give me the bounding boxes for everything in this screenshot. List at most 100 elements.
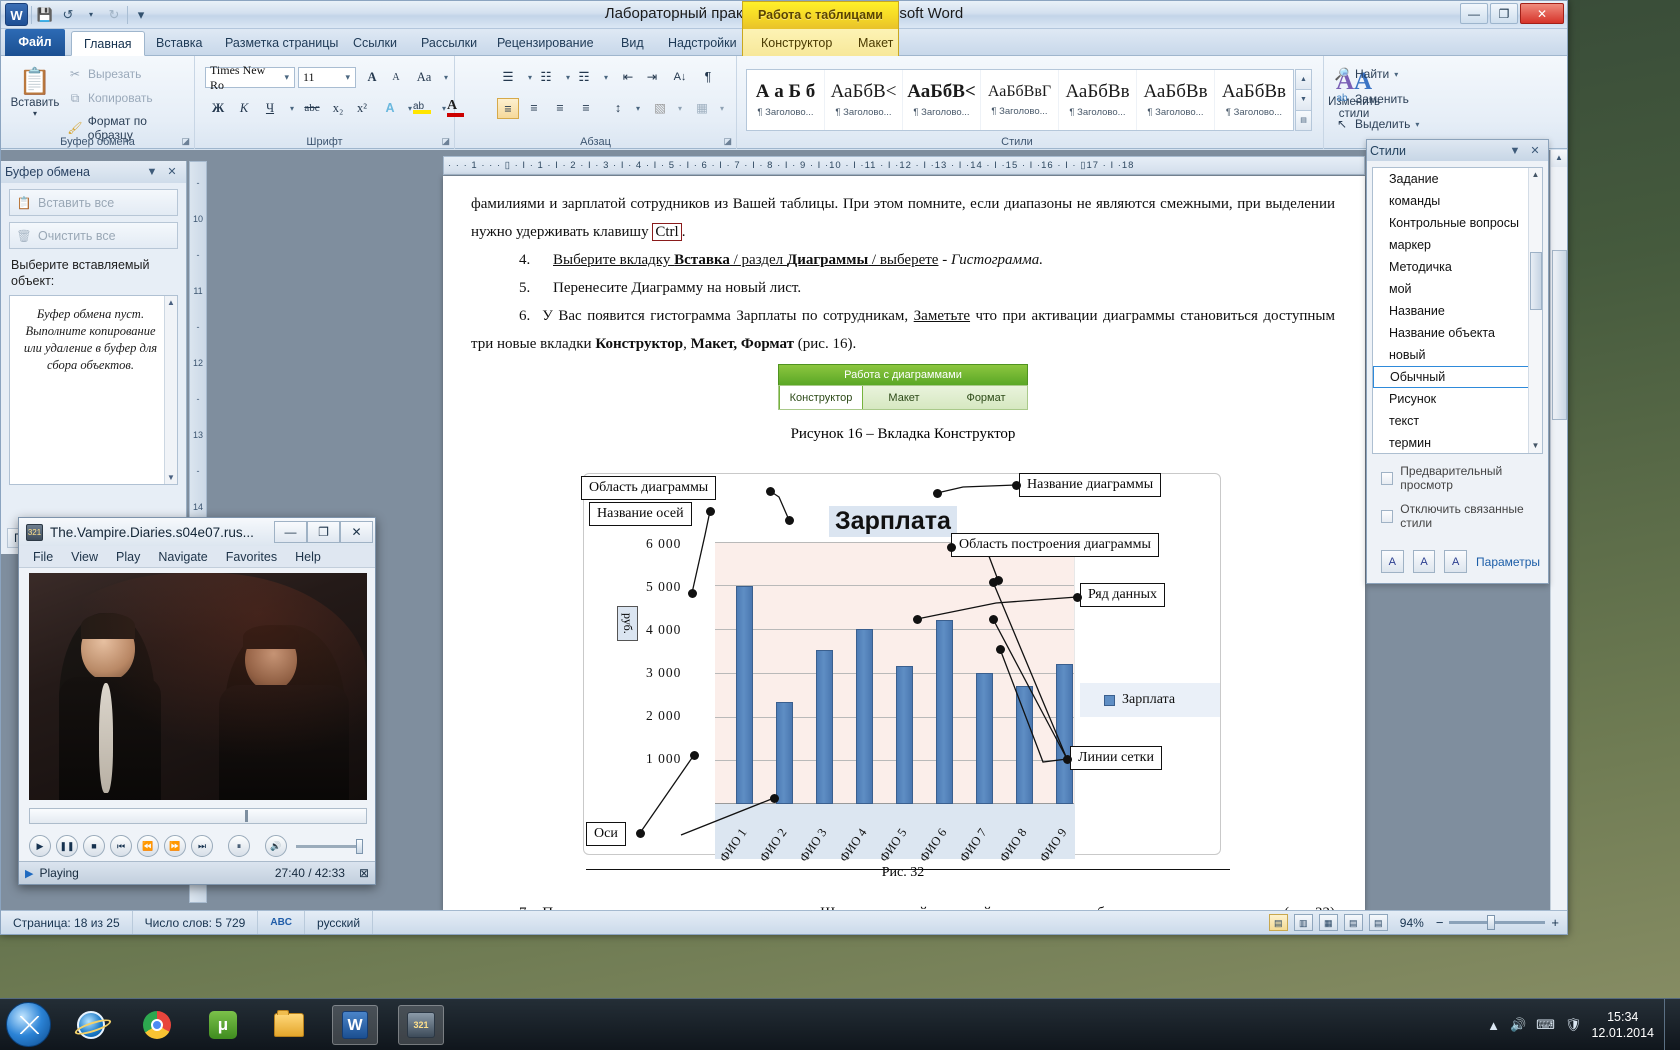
checkbox[interactable] xyxy=(1381,471,1394,485)
bar-data-point[interactable] xyxy=(736,586,753,804)
taskbar-chrome-button[interactable] xyxy=(134,1005,180,1045)
volume-tray-icon[interactable]: 🔊 xyxy=(1510,1017,1526,1033)
preview-checkbox-row[interactable]: Предварительный просмотр xyxy=(1381,464,1548,492)
callout-data-series[interactable]: Ряд данных xyxy=(1080,583,1166,607)
scroll-up-icon[interactable]: ▲ xyxy=(165,296,177,309)
styles-list-scrollbar[interactable]: ▲ ▼ xyxy=(1528,168,1542,453)
style-list-item[interactable]: командыa xyxy=(1373,190,1542,212)
chevron-down-icon[interactable]: ▾ xyxy=(33,109,37,118)
style-list-item[interactable]: новый¶ xyxy=(1373,344,1542,366)
tab-design[interactable]: Конструктор xyxy=(749,31,844,56)
horizontal-ruler[interactable]: · · · 1 · · · ▯ · I · 1 · I · 2 · I · 3 … xyxy=(443,156,1365,175)
start-button[interactable] xyxy=(6,1002,51,1047)
style-preview-item[interactable]: АаБбВ< ¶ Заголово... xyxy=(903,70,981,130)
view-draft-button[interactable]: ▤ xyxy=(1368,914,1388,931)
style-preview-item[interactable]: АаБбВв ¶ Заголово... xyxy=(1137,70,1215,130)
close-icon[interactable]: ✕ xyxy=(162,163,182,181)
chevron-down-icon[interactable]: ▼ xyxy=(142,163,162,181)
tab-mailings[interactable]: Рассылки xyxy=(409,31,489,56)
chart-title[interactable]: Зарплата xyxy=(829,506,957,537)
shading-button[interactable]: ▧ xyxy=(649,98,671,119)
bar-data-point[interactable] xyxy=(776,702,793,804)
player-minimize-button[interactable]: — xyxy=(274,521,307,543)
pause-button[interactable]: ❚❚ xyxy=(56,835,78,857)
chevron-down-icon[interactable]: ▾ xyxy=(711,98,733,119)
scroll-down-icon[interactable]: ▼ xyxy=(165,471,177,484)
taskbar-word-button[interactable]: W xyxy=(332,1005,378,1045)
status-proofing[interactable]: ABC xyxy=(258,911,306,934)
menu-play[interactable]: Play xyxy=(116,550,140,564)
bar-data-point[interactable] xyxy=(856,629,873,804)
menu-navigate[interactable]: Navigate xyxy=(158,550,207,564)
increase-indent-button[interactable]: ⇥ xyxy=(641,67,663,88)
minimize-button[interactable]: — xyxy=(1460,3,1488,24)
style-preview-item[interactable]: А а Б б ¶ Заголово... xyxy=(747,70,825,130)
chevron-down-icon[interactable]: ▾ xyxy=(1415,120,1419,129)
tab-home[interactable]: Главная xyxy=(71,31,145,56)
chevron-down-icon[interactable]: ▾ xyxy=(435,67,457,88)
scroll-up-icon[interactable]: ▲ xyxy=(1551,150,1567,167)
tab-insert[interactable]: Вставка xyxy=(144,31,214,56)
callout-chart-area[interactable]: Область диаграммы xyxy=(581,476,717,500)
multilevel-list-button[interactable]: ☶ xyxy=(573,67,595,88)
styles-options-link[interactable]: Параметры xyxy=(1476,555,1540,569)
menu-view[interactable]: View xyxy=(71,550,98,564)
grow-font-button[interactable]: A xyxy=(361,67,383,88)
style-list-item[interactable]: маркерa xyxy=(1373,234,1542,256)
find-button[interactable]: 🔎 Найти ▾ xyxy=(1334,66,1399,82)
tab-page-layout[interactable]: Разметка страницы xyxy=(213,31,350,56)
callout-plot-area[interactable]: Область построения диаграммы xyxy=(951,533,1159,557)
chevron-down-icon[interactable]: ▼ xyxy=(1505,142,1525,160)
zoom-in-button[interactable]: + xyxy=(1551,915,1559,930)
chart-area[interactable]: Зарплата 6 000 5 000 4 000 3 000 2 000 1… xyxy=(583,473,1221,864)
borders-button[interactable]: ▦ xyxy=(691,98,713,119)
tab-references[interactable]: Ссылки xyxy=(341,31,409,56)
chevron-down-icon[interactable]: ▾ xyxy=(669,98,691,119)
style-list-item[interactable]: терминa xyxy=(1373,432,1542,453)
disable-linked-checkbox-row[interactable]: Отключить связанные стили xyxy=(1381,502,1548,530)
tab-file[interactable]: Файл xyxy=(5,29,65,56)
document-page[interactable]: фамилиями и зарплатой сотрудников из Ваш… xyxy=(443,176,1365,911)
paste-all-button[interactable]: 📋 Вставить все xyxy=(9,189,178,216)
next-button[interactable]: ⏭ xyxy=(191,835,213,857)
bar-data-point[interactable] xyxy=(896,666,913,804)
clear-all-button[interactable]: 🗑 Очистить все xyxy=(9,222,178,249)
bar-data-point[interactable] xyxy=(816,650,833,804)
play-button[interactable]: ▶ xyxy=(29,835,51,857)
show-desktop-button[interactable] xyxy=(1664,999,1672,1050)
align-right-button[interactable]: ≡ xyxy=(549,98,571,119)
scroll-down-icon[interactable]: ▼ xyxy=(1529,439,1542,453)
superscript-button[interactable]: x² xyxy=(351,98,373,119)
justify-button[interactable]: ≡ xyxy=(575,98,597,119)
zoom-level[interactable]: 94% xyxy=(1400,916,1424,930)
styles-gallery-scroll[interactable]: ▲ ▼ ▤ xyxy=(1295,69,1312,131)
style-list-item[interactable]: Рисунок¶ xyxy=(1373,388,1542,410)
video-surface[interactable] xyxy=(29,573,367,800)
menu-help[interactable]: Help xyxy=(295,550,321,564)
view-print-layout-button[interactable]: ▤ xyxy=(1268,914,1288,931)
chart-legend[interactable]: Зарплата xyxy=(1080,683,1220,717)
cut-button[interactable]: ✂ Вырезать xyxy=(67,66,141,82)
paragraph-dialog-launcher-icon[interactable]: ◪ xyxy=(723,136,732,147)
player-restore-button[interactable]: ❐ xyxy=(307,521,340,543)
chevron-down-icon[interactable]: ▾ xyxy=(342,72,353,83)
clipboard-items-list[interactable]: Буфер обмена пуст. Выполните копирование… xyxy=(9,295,178,485)
change-case-button[interactable]: Aa xyxy=(413,67,435,88)
align-center-button[interactable]: ≡ xyxy=(523,98,545,119)
style-inspector-button[interactable]: A xyxy=(1412,550,1436,573)
bar-data-point[interactable] xyxy=(1056,664,1073,804)
volume-slider[interactable] xyxy=(296,838,363,854)
keyboard-tray-icon[interactable]: ⌨ xyxy=(1536,1017,1555,1033)
tab-view[interactable]: Вид xyxy=(609,31,656,56)
volume-slider-knob[interactable] xyxy=(356,838,363,854)
category-axis-labels[interactable]: ФИО 1 ФИО 2 ФИО 3 ФИО 4 ФИО 5 ФИО 6 ФИО … xyxy=(715,804,1075,864)
style-list-item[interactable]: Задание¶ xyxy=(1373,168,1542,190)
style-list-item-selected[interactable]: Обычный¶ xyxy=(1373,366,1542,388)
scroll-up-icon[interactable]: ▲ xyxy=(1529,168,1542,182)
callout-axes[interactable]: Оси xyxy=(586,822,626,846)
zoom-slider-knob[interactable] xyxy=(1487,915,1496,930)
styles-list[interactable]: Задание¶ командыa Контрольные вопросы¶ м… xyxy=(1372,167,1543,454)
style-preview-item[interactable]: АаБбВв ¶ Заголово... xyxy=(1059,70,1137,130)
tray-expand-icon[interactable]: ▲ xyxy=(1487,1018,1500,1033)
view-web-layout-button[interactable]: ▦ xyxy=(1318,914,1338,931)
